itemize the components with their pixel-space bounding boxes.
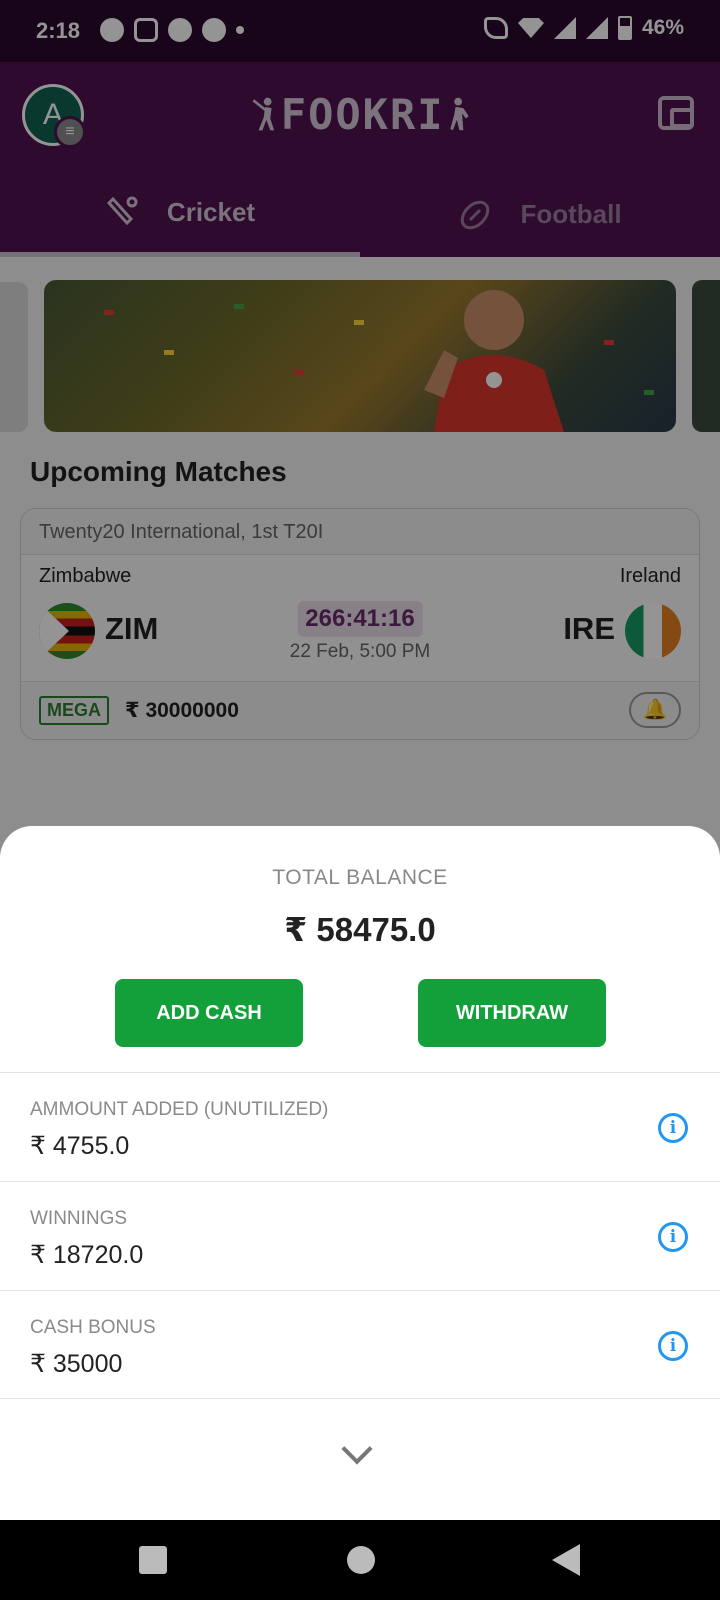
balance-breakdown: AMMOUNT ADDED (UNUTILIZED) ₹ 4755.0 i WI… xyxy=(0,1072,720,1399)
info-icon[interactable]: i xyxy=(658,1222,688,1252)
chevron-down-icon[interactable] xyxy=(341,1433,373,1465)
balance-row-added: AMMOUNT ADDED (UNUTILIZED) ₹ 4755.0 i xyxy=(0,1072,720,1181)
total-balance-label: TOTAL BALANCE xyxy=(272,866,448,889)
withdraw-button[interactable]: WITHDRAW xyxy=(418,979,606,1047)
balance-row-value: ₹ 4755.0 xyxy=(30,1132,130,1160)
info-icon[interactable]: i xyxy=(658,1113,688,1143)
home-button[interactable] xyxy=(347,1546,375,1574)
balance-row-value: ₹ 35000 xyxy=(30,1350,123,1378)
total-balance-value: ₹ 58475.0 xyxy=(284,911,436,948)
add-cash-button[interactable]: ADD CASH xyxy=(115,979,303,1047)
info-icon[interactable]: i xyxy=(658,1331,688,1361)
balance-row-label: CASH BONUS xyxy=(30,1317,156,1338)
balance-row-cash-bonus: CASH BONUS ₹ 35000 i xyxy=(0,1290,720,1399)
balance-row-label: AMMOUNT ADDED (UNUTILIZED) xyxy=(30,1099,329,1120)
recents-button[interactable] xyxy=(139,1546,167,1574)
system-nav-bar xyxy=(0,1520,720,1600)
back-button[interactable] xyxy=(552,1544,580,1576)
balance-row-label: WINNINGS xyxy=(30,1208,128,1229)
balance-sheet: TOTAL BALANCE ₹ 58475.0 ADD CASH WITHDRA… xyxy=(0,826,720,1521)
balance-row-value: ₹ 18720.0 xyxy=(30,1241,144,1269)
balance-row-winnings: WINNINGS ₹ 18720.0 i xyxy=(0,1181,720,1290)
